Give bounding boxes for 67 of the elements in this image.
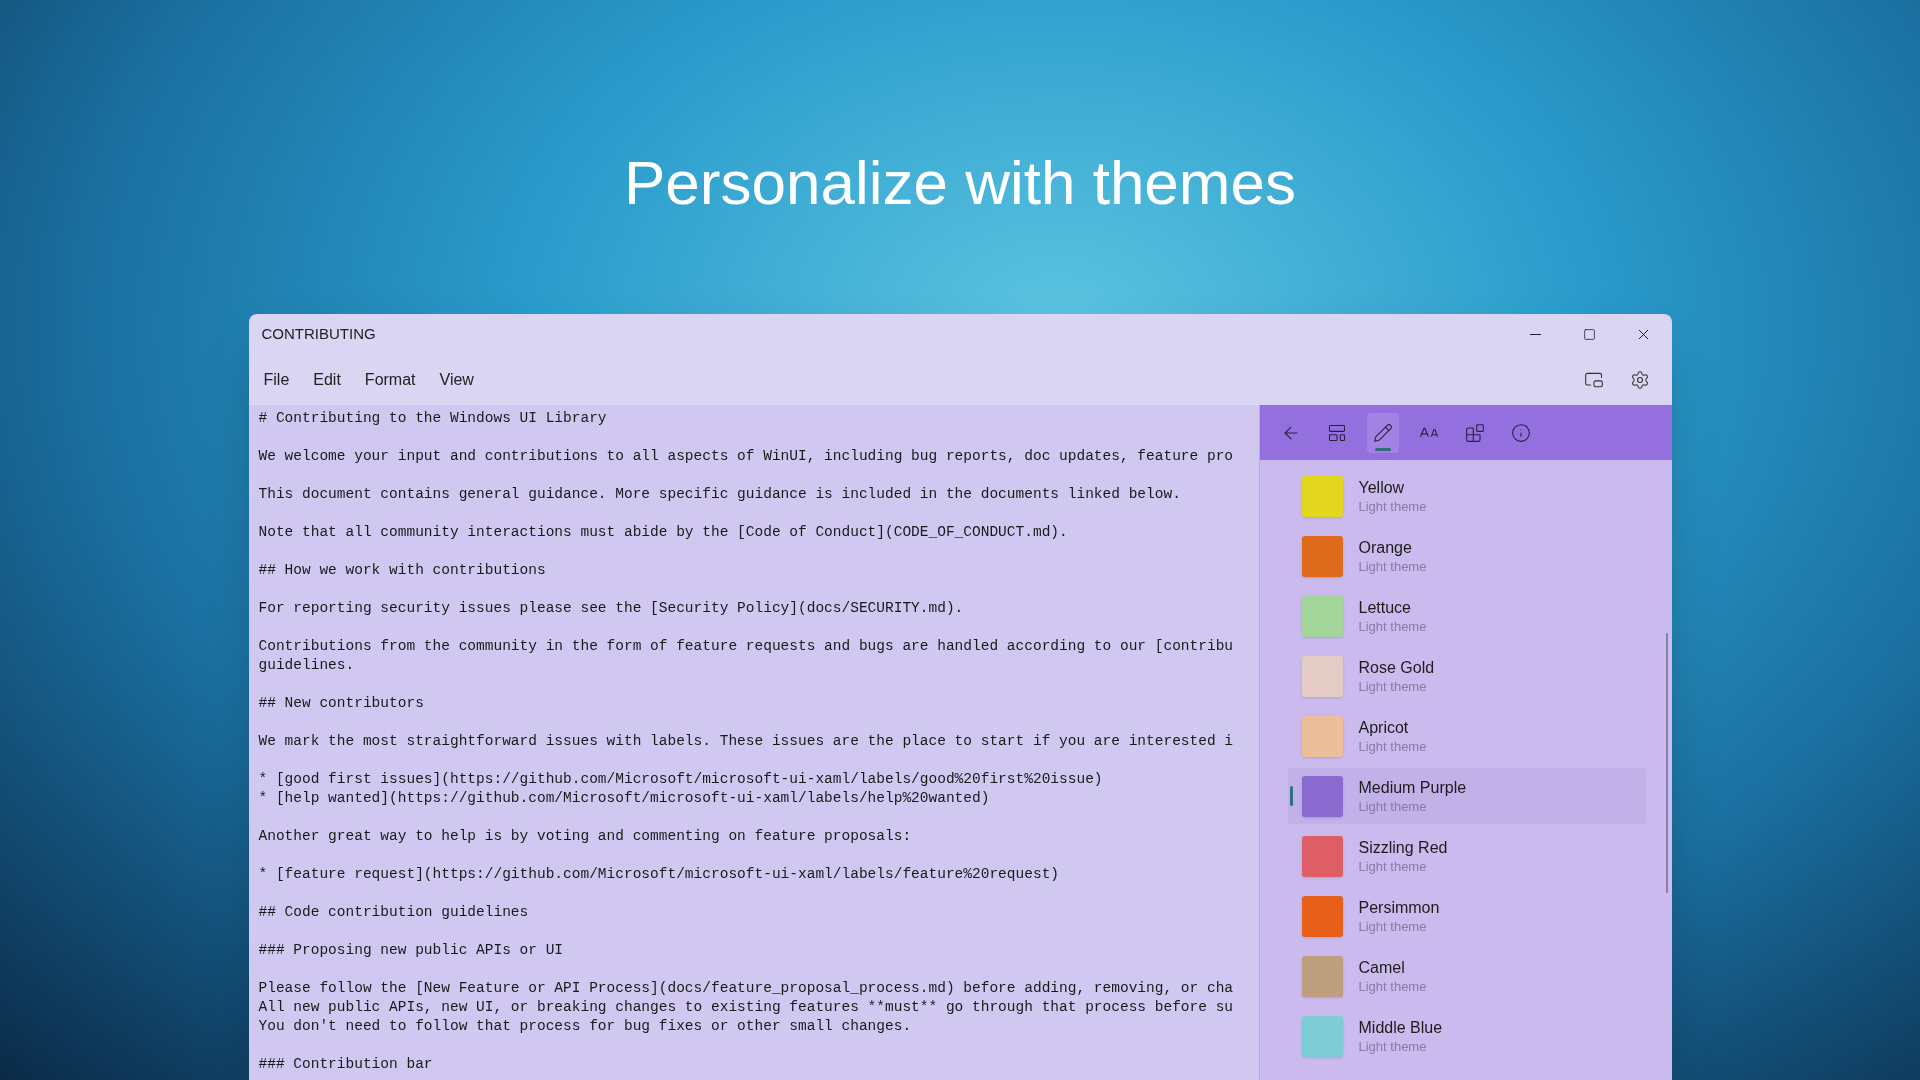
theme-subtitle: Light theme (1358, 617, 1427, 635)
headline: Personalize with themes (624, 147, 1296, 219)
theme-item[interactable]: Sizzling Red Light theme (1287, 828, 1646, 884)
theme-name: Camel (1358, 957, 1406, 978)
text-line: We welcome your input and contributions to all aspects of WinUI, including bug reports, doc updates, feature pro (258, 447, 1234, 466)
theme-item[interactable]: Middle Blue Light theme (1287, 1008, 1646, 1064)
theme-subtitle: Light theme (1358, 977, 1427, 995)
text-line: Note that all community interactions must abide by the [Code of Conduct](CODE_OF_CONDUCT.md). (258, 523, 1068, 542)
text-line: Another great way to help is by voting and commenting on feature proposals: (258, 827, 912, 846)
theme-name: Persimmon (1358, 897, 1440, 918)
theme-subtitle: Light theme (1358, 1037, 1428, 1055)
text-line: ## Code contribution guidelines (258, 903, 529, 922)
theme-name: Middle Blue (1358, 1017, 1443, 1038)
text-line: ### Proposing new public APIs or UI (258, 941, 564, 960)
text-line: ## New contributors (258, 694, 424, 713)
theme-subtitle: Light theme (1358, 677, 1428, 695)
text-line: You don't need to follow that process for bug fixes or other small changes. (258, 1017, 912, 1036)
layout-icon (1326, 422, 1347, 443)
theme-name: Medium Purple (1358, 777, 1467, 798)
panel-tab[interactable] (1366, 412, 1399, 453)
text-line: guidelines. (258, 656, 355, 675)
text-line: We mark the most straightforward issues with labels. These issues are the place to start if you are interested i (258, 732, 1234, 751)
theme-item[interactable]: Persimmon Light theme (1287, 888, 1646, 944)
menu-item[interactable]: Format (352, 364, 428, 396)
theme-subtitle: Light theme (1358, 557, 1427, 575)
window-title: CONTRIBUTING (261, 324, 376, 345)
theme-name: Apricot (1358, 717, 1410, 738)
theme-subtitle: Light theme (1358, 857, 1428, 875)
theme-item[interactable]: Orange Light theme (1287, 528, 1646, 584)
theme-name: Lettuce (1358, 597, 1412, 618)
theme-subtitle: Light theme (1358, 737, 1427, 755)
theme-item[interactable]: Rose Gold Light theme (1287, 648, 1646, 704)
theme-item[interactable]: Camel Light theme (1287, 948, 1646, 1004)
settings-icon (1629, 370, 1650, 390)
theme-subtitle: Light theme (1358, 917, 1428, 935)
text-line: Contributions from the community in the form of feature requests and bugs are handled according to our [contribu (258, 637, 1234, 656)
text-line: # Contributing to the Windows UI Library (258, 409, 607, 428)
editor-area[interactable] (248, 405, 1259, 1080)
theme-name: Orange (1358, 537, 1413, 558)
text-line: For reporting security issues please see the [Security Policy](docs/SECURITY.md). (258, 599, 964, 618)
theme-name: Yellow (1358, 477, 1406, 498)
maximize-icon (1583, 328, 1596, 341)
compact-overlay-icon (1583, 370, 1604, 390)
menu-item[interactable]: Edit (301, 364, 353, 396)
text-line: This document contains general guidance. More specific guidance is included in the documents linked below. (258, 485, 1181, 504)
text-line: ### Contribution bar (258, 1055, 433, 1074)
theme-subtitle: Light theme (1358, 497, 1427, 515)
theme-item[interactable]: Lettuce Light theme (1287, 588, 1646, 644)
add-widget-icon (1464, 422, 1485, 443)
theme-item[interactable]: Yellow Light theme (1287, 468, 1646, 524)
theme-subtitle: Light theme (1358, 797, 1428, 815)
text-line: Please follow the [New Feature or API Process](docs/feature_proposal_process.md) before adding, removing, or cha (258, 979, 1234, 998)
theme-name: Rose Gold (1358, 657, 1435, 678)
text-line: * [good first issues](https://github.com/Microsoft/microsoft-ui-xaml/labels/good%20first%20issue) (258, 770, 1103, 789)
theme-item[interactable]: Medium Purple Light theme (1287, 768, 1646, 824)
theme-item[interactable]: Apricot Light theme (1287, 708, 1646, 764)
scrollbar-thumb[interactable] (1665, 633, 1668, 893)
text-line: All new public APIs, new UI, or breaking changes to existing features **must** go through that process before su (258, 998, 1234, 1017)
info-icon (1510, 422, 1531, 443)
text-line: ## How we work with contributions (258, 561, 546, 580)
menu-item[interactable]: View (427, 364, 486, 396)
pen-icon (1372, 422, 1393, 443)
text-line: * [feature request](https://github.com/Microsoft/microsoft-ui-xaml/labels/feature%20request) (258, 865, 1060, 884)
menu-item[interactable]: File (251, 364, 302, 396)
text-line: * [help wanted](https://github.com/Microsoft/microsoft-ui-xaml/labels/help%20wanted) (258, 789, 990, 808)
theme-name: Sizzling Red (1358, 837, 1448, 858)
minimize-icon (1530, 334, 1541, 335)
